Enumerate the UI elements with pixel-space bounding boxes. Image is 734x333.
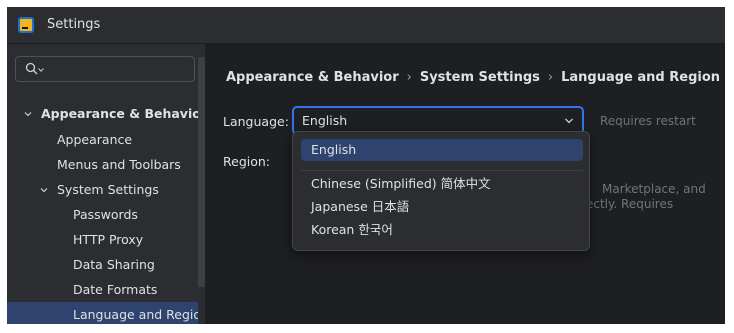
sidebar-item-label: Date Formats: [73, 282, 158, 297]
language-dropdown-value: English: [302, 113, 348, 128]
sidebar-item-label: System Settings: [57, 182, 159, 197]
breadcrumb-separator-icon: ›: [547, 70, 554, 85]
window-title: Settings: [47, 17, 101, 32]
settings-window: Settings Appearance & Behavior Appearanc…: [7, 7, 725, 324]
search-field[interactable]: [15, 56, 195, 82]
sidebar-item-data-sharing[interactable]: Data Sharing: [7, 252, 198, 277]
popup-separator: [301, 170, 583, 171]
sidebar-item-system-settings[interactable]: System Settings: [7, 177, 198, 202]
sidebar-item-http-proxy[interactable]: HTTP Proxy: [7, 227, 198, 252]
language-option-korean[interactable]: Korean 한국어: [301, 219, 583, 241]
sidebar-item-language-region[interactable]: Language and Region: [7, 302, 198, 324]
sidebar-item-label: Data Sharing: [73, 257, 155, 272]
breadcrumb-item: Language and Region: [561, 70, 721, 85]
search-icon: [25, 62, 38, 75]
sidebar-item-label: HTTP Proxy: [73, 232, 144, 247]
language-option-japanese[interactable]: Japanese 日本語: [301, 196, 583, 218]
sidebar-item-label: Language and Region: [73, 307, 198, 322]
sidebar-scrollbar[interactable]: [198, 57, 205, 287]
sidebar-item-label: Passwords: [73, 207, 138, 222]
sidebar-item-appearance-behavior[interactable]: Appearance & Behavior: [7, 101, 198, 126]
sidebar-item-date-formats[interactable]: Date Formats: [7, 277, 198, 302]
requires-restart-hint: Requires restart: [600, 114, 696, 128]
breadcrumb-item[interactable]: Appearance & Behavior: [226, 70, 399, 85]
region-hint-line1: Marketplace, and: [602, 182, 706, 196]
sidebar-item-label: Appearance & Behavior: [41, 106, 198, 121]
chevron-down-icon[interactable]: [40, 186, 48, 194]
chevron-down-icon[interactable]: [24, 110, 32, 118]
language-label: Language:: [223, 114, 289, 129]
breadcrumb: Appearance & Behavior › System Settings › La…: [226, 70, 720, 86]
breadcrumb-item[interactable]: System Settings: [420, 70, 540, 85]
language-dropdown-popup: English Chinese (Simplified) 简体中文 Japane…: [292, 131, 590, 251]
search-options-chevron-icon: [38, 68, 44, 72]
region-hint-line2: ectly. Requires: [586, 197, 674, 211]
title-bar: Settings: [7, 7, 725, 43]
settings-sidebar: Appearance & Behavior Appearance Menus a…: [7, 44, 198, 324]
language-option-chinese[interactable]: Chinese (Simplified) 简体中文: [301, 173, 583, 195]
app-icon: [18, 17, 34, 33]
sidebar-item-appearance[interactable]: Appearance: [7, 127, 198, 152]
sidebar-item-label: Menus and Toolbars: [57, 157, 181, 172]
chevron-down-icon: [565, 118, 573, 124]
region-label: Region:: [223, 154, 271, 169]
breadcrumb-separator-icon: ›: [406, 70, 412, 85]
sidebar-item-menus-toolbars[interactable]: Menus and Toolbars: [7, 152, 198, 177]
sidebar-item-label: Appearance: [57, 132, 133, 147]
language-option-english[interactable]: English: [301, 139, 583, 161]
sidebar-item-passwords[interactable]: Passwords: [7, 202, 198, 227]
